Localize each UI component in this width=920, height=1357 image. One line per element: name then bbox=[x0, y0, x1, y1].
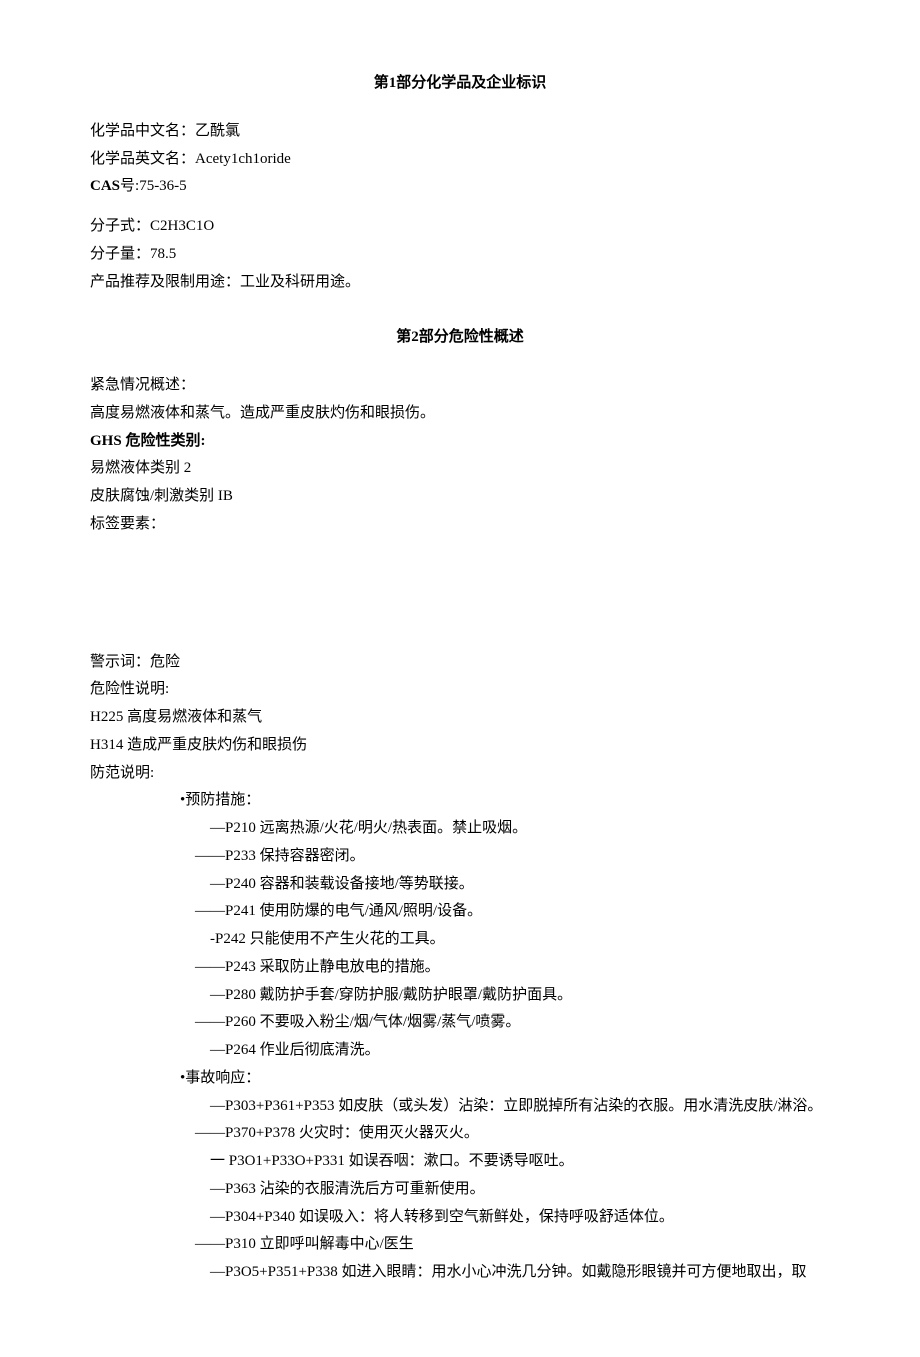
hazard-1: H225 高度易燃液体和蒸气 bbox=[90, 704, 830, 732]
mw-value: 78.5 bbox=[150, 246, 176, 262]
cas-num: 75-36-5 bbox=[139, 178, 187, 194]
h2-text: 造成严重皮肤灼伤和眼损伤 bbox=[127, 737, 307, 753]
p-response-2: 一 P3O1+P33O+P331 如误吞咽：漱口。不要诱导呕吐。 bbox=[90, 1148, 830, 1176]
hazard-label: 危险性说明: bbox=[90, 676, 830, 704]
use-label: 产品推荐及限制用途： bbox=[90, 274, 240, 290]
p-prevent-4: -P242 只能使用不产生火花的工具。 bbox=[90, 926, 830, 954]
signal-value: 危险 bbox=[150, 654, 180, 670]
response-label: •事故响应： bbox=[90, 1065, 830, 1093]
name-cn-value: 乙酰氯 bbox=[195, 123, 240, 139]
title-suffix: 部分化学品及企业标识 bbox=[396, 75, 546, 91]
p-prevent-1: ——P233 保持容器密闭。 bbox=[90, 843, 830, 871]
emergency-label: 紧急情况概述： bbox=[90, 372, 830, 400]
use-value: 工业及科研用途。 bbox=[240, 274, 360, 290]
signal-label: 警示词： bbox=[90, 654, 150, 670]
prevent-label: •预防措施： bbox=[90, 787, 830, 815]
p-prevent-2: —P240 容器和装载设备接地/等势联接。 bbox=[90, 871, 830, 899]
p-response-5: ——P310 立即呼叫解毒中心/医生 bbox=[90, 1231, 830, 1259]
precaution-label: 防范说明: bbox=[90, 760, 830, 788]
name-en-value: Acety1ch1oride bbox=[195, 151, 291, 167]
p-prevent-3: ——P241 使用防爆的电气/通风/照明/设备。 bbox=[90, 898, 830, 926]
h1-code: H225 bbox=[90, 709, 123, 725]
name-cn-row: 化学品中文名：乙酰氯 bbox=[90, 118, 830, 146]
p-response-3: —P363 沾染的衣服清洗后方可重新使用。 bbox=[90, 1176, 830, 1204]
h2-code: H314 bbox=[90, 737, 123, 753]
label-elements: 标签要素： bbox=[90, 511, 830, 539]
p-prevent-0: —P210 远离热源/火花/明火/热表面。禁止吸烟。 bbox=[90, 815, 830, 843]
name-en-label: 化学品英文名： bbox=[90, 151, 195, 167]
section-2-title: 第2部分危险性概述 bbox=[90, 324, 830, 352]
name-cn-label: 化学品中文名： bbox=[90, 123, 195, 139]
p-prevent-7: ——P260 不要吸入粉尘/烟/气体/烟雾/蒸气/喷雾。 bbox=[90, 1009, 830, 1037]
title2-num: 2 bbox=[411, 329, 419, 345]
cas-row: CAS号:75-36-5 bbox=[90, 173, 830, 201]
ghs-prefix: GHS bbox=[90, 433, 122, 449]
ghs-label-row: GHS 危险性类别: bbox=[90, 428, 830, 456]
p-response-4: —P304+P340 如误吸入：将人转移到空气新鲜处，保持呼吸舒适体位。 bbox=[90, 1204, 830, 1232]
formula-label: 分子式： bbox=[90, 218, 150, 234]
formula-value: C2H3C1O bbox=[150, 218, 214, 234]
h1-text: 高度易燃液体和蒸气 bbox=[127, 709, 262, 725]
ghs-suffix: 危险性类别: bbox=[125, 433, 205, 449]
signal-row: 警示词：危险 bbox=[90, 649, 830, 677]
p-prevent-6: —P280 戴防护手套/穿防护服/戴防护眼罩/戴防护面具。 bbox=[90, 982, 830, 1010]
pictogram-placeholder bbox=[90, 539, 830, 649]
p-response-1: ——P370+P378 火灾时：使用灭火器灭火。 bbox=[90, 1120, 830, 1148]
use-row: 产品推荐及限制用途：工业及科研用途。 bbox=[90, 269, 830, 297]
title2-suffix: 部分危险性概述 bbox=[419, 329, 524, 345]
ghs-item-1: 易燃液体类别 2 bbox=[90, 455, 830, 483]
title-prefix: 第 bbox=[374, 75, 389, 91]
name-en-row: 化学品英文名：Acety1ch1oride bbox=[90, 146, 830, 174]
mw-label: 分子量： bbox=[90, 246, 150, 262]
ghs-item-2: 皮肤腐蚀/刺激类别 IB bbox=[90, 483, 830, 511]
p-response-0: —P303+P361+P353 如皮肤（或头发）沾染：立即脱掉所有沾染的衣服。用… bbox=[90, 1093, 830, 1121]
cas-label: CAS bbox=[90, 178, 120, 194]
mw-row: 分子量：78.5 bbox=[90, 241, 830, 269]
hazard-2: H314 造成严重皮肤灼伤和眼损伤 bbox=[90, 732, 830, 760]
emergency-text: 高度易燃液体和蒸气。造成严重皮肤灼伤和眼损伤。 bbox=[90, 400, 830, 428]
formula-row: 分子式：C2H3C1O bbox=[90, 213, 830, 241]
section-1-title: 第1部分化学品及企业标识 bbox=[90, 70, 830, 98]
p-prevent-8: —P264 作业后彻底清洗。 bbox=[90, 1037, 830, 1065]
p-prevent-5: ——P243 采取防止静电放电的措施。 bbox=[90, 954, 830, 982]
cas-sep: 号: bbox=[120, 178, 139, 194]
title2-prefix: 第 bbox=[396, 329, 411, 345]
p-response-6: —P3O5+P351+P338 如进入眼睛：用水小心冲洗几分钟。如戴隐形眼镜并可… bbox=[90, 1259, 830, 1287]
